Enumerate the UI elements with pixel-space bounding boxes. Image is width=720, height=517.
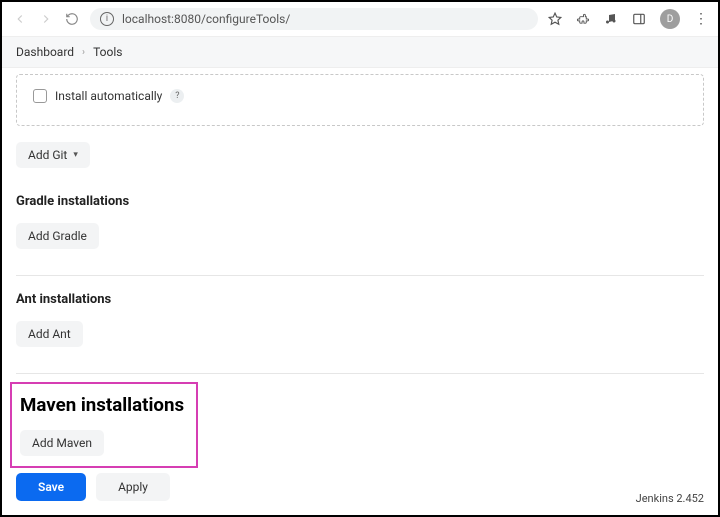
toolbar-right: D ⋮: [548, 9, 708, 29]
footer-actions: Save Apply: [16, 473, 170, 501]
save-button[interactable]: Save: [16, 473, 86, 501]
add-git-label: Add Git: [28, 148, 67, 162]
install-auto-label: Install automatically: [55, 89, 162, 103]
kebab-menu-icon[interactable]: ⋮: [694, 11, 708, 27]
divider: [16, 373, 704, 374]
profile-avatar[interactable]: D: [660, 9, 680, 29]
install-auto-row: Install automatically ?: [31, 89, 689, 103]
add-maven-label: Add Maven: [32, 436, 92, 450]
reload-button[interactable]: [64, 11, 80, 27]
add-maven-button[interactable]: Add Maven: [20, 430, 104, 456]
divider: [16, 275, 704, 276]
gradle-heading: Gradle installations: [16, 194, 704, 209]
add-gradle-button[interactable]: Add Gradle: [16, 223, 99, 249]
jenkins-version: Jenkins 2.452: [636, 492, 704, 505]
install-auto-checkbox[interactable]: [33, 89, 47, 103]
ant-heading: Ant installations: [16, 292, 704, 307]
git-install-panel: Install automatically ?: [16, 74, 704, 126]
browser-toolbar: i localhost:8080/configureTools/ D ⋮: [2, 2, 718, 37]
url-text: localhost:8080/configureTools/: [122, 12, 290, 26]
add-git-button[interactable]: Add Git ▾: [16, 142, 90, 168]
site-info-icon[interactable]: i: [100, 12, 114, 26]
extensions-icon[interactable]: [576, 12, 590, 26]
maven-section-highlight: Maven installations Add Maven: [10, 382, 198, 468]
ant-section: Ant installations Add Ant: [16, 292, 704, 347]
panel-icon[interactable]: [632, 12, 646, 26]
apply-label: Apply: [118, 480, 148, 494]
save-label: Save: [38, 480, 64, 494]
bookmark-star-icon[interactable]: [548, 12, 562, 26]
breadcrumb-tools[interactable]: Tools: [93, 45, 122, 59]
url-bar[interactable]: i localhost:8080/configureTools/: [90, 8, 538, 30]
add-gradle-label: Add Gradle: [28, 229, 87, 243]
maven-heading: Maven installations: [20, 394, 184, 416]
gradle-section: Gradle installations Add Gradle: [16, 194, 704, 249]
help-icon[interactable]: ?: [170, 89, 184, 103]
apply-button[interactable]: Apply: [96, 473, 170, 501]
add-ant-label: Add Ant: [28, 327, 71, 341]
profile-initial: D: [667, 14, 674, 25]
main-content: Install automatically ? Add Git ▾ Gradle…: [2, 68, 718, 468]
back-button[interactable]: [12, 11, 28, 27]
add-ant-button[interactable]: Add Ant: [16, 321, 83, 347]
music-icon[interactable]: [604, 12, 618, 26]
breadcrumb: Dashboard › Tools: [2, 37, 718, 68]
chevron-down-icon: ▾: [73, 150, 78, 160]
breadcrumb-dashboard[interactable]: Dashboard: [16, 45, 74, 59]
chevron-right-icon: ›: [82, 47, 85, 58]
forward-button[interactable]: [38, 11, 54, 27]
